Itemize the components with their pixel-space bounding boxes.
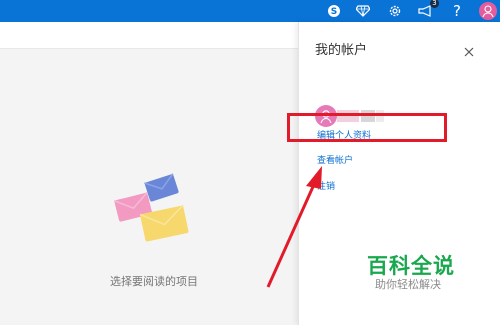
sign-out-link[interactable]: 注销: [317, 179, 335, 192]
highlight-box: [287, 113, 447, 142]
watermark-tagline: 助你轻松解决: [375, 278, 441, 291]
skype-icon[interactable]: S: [325, 2, 343, 20]
notification-badge: 3: [430, 0, 439, 8]
view-account-link[interactable]: 查看帐户: [317, 153, 353, 166]
empty-state-text: 选择要阅读的项目: [110, 275, 198, 288]
diamond-icon[interactable]: [354, 2, 372, 20]
close-icon[interactable]: [463, 46, 475, 58]
top-nav-bar: S 3 ?: [0, 0, 500, 22]
megaphone-icon[interactable]: 3: [417, 0, 439, 20]
svg-text:S: S: [331, 7, 337, 17]
avatar-icon[interactable]: [479, 2, 497, 20]
panel-title: 我的帐户: [315, 43, 368, 58]
envelopes-illustration-icon: [113, 173, 189, 242]
help-icon[interactable]: ?: [448, 2, 466, 20]
toolbar-strip: [0, 22, 298, 49]
settings-gear-icon[interactable]: [386, 2, 404, 20]
